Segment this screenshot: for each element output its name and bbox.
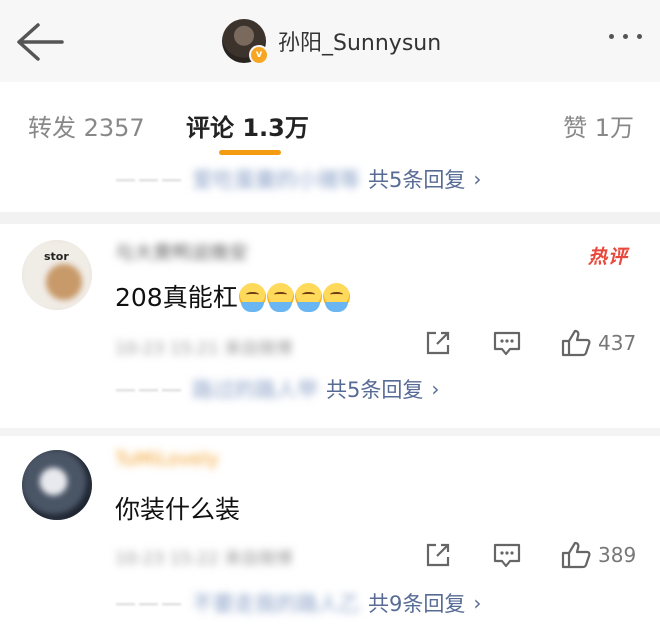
comment-icon <box>493 543 521 568</box>
avatar[interactable]: stor <box>22 240 92 310</box>
like-button[interactable]: 437 <box>560 326 636 360</box>
share-button[interactable] <box>424 326 452 360</box>
top-bar: v 孙阳_Sunnysun <box>0 0 660 82</box>
reply-user-names: 路过的路人甲 <box>192 378 318 402</box>
comment-item: stor 与大黄鸭说晚安 热评 208真能杠 10-23 15:21 来自微博 … <box>0 224 660 430</box>
reply-summary-link[interactable]: ——— 路过的路人甲 共5条回复 › <box>115 374 439 404</box>
divider-dash: ——— <box>115 167 184 191</box>
thumbs-up-icon <box>561 329 591 357</box>
reply-button[interactable] <box>492 538 522 572</box>
profile-header[interactable]: v 孙阳_Sunnysun <box>222 18 442 65</box>
comment-timestamp: 10-23 15:22 来自微博 <box>115 549 293 569</box>
comment-text: 你装什么装 <box>115 495 241 524</box>
comment-body: 208真能杠 <box>115 283 238 312</box>
commenter-name[interactable]: TuMiLovely <box>115 448 219 470</box>
verified-badge-icon: v <box>249 45 269 65</box>
more-dots-icon[interactable] <box>609 34 642 39</box>
divider-dash: ——— <box>115 591 184 615</box>
reply-total: 共5条回复 <box>368 168 466 192</box>
like-count: 437 <box>598 331 637 355</box>
section-divider <box>0 212 660 224</box>
dot <box>637 34 642 39</box>
reply-summary-link[interactable]: ——— 不要走我的路人乙 共9条回复 › <box>115 588 481 618</box>
comment-actions: 389 <box>420 538 660 572</box>
tab-comments[interactable]: 评论 1.3万 <box>186 108 309 143</box>
share-icon <box>426 543 450 567</box>
reply-total: 共5条回复 <box>326 378 424 402</box>
avatar[interactable] <box>22 450 92 520</box>
crying-face-icon <box>238 283 266 312</box>
chevron-right-icon: › <box>473 591 482 615</box>
reply-user-names: 爱吃蛋羹的小猪等 <box>192 168 360 192</box>
avatar-label: stor <box>44 250 69 263</box>
arrow-left-icon <box>17 23 64 61</box>
like-count: 389 <box>598 543 637 567</box>
dot <box>623 34 628 39</box>
share-button[interactable] <box>424 538 452 572</box>
comment-icon <box>493 331 521 356</box>
chevron-right-icon: › <box>431 377 440 401</box>
reply-summary-link[interactable]: ——— 爱吃蛋羹的小猪等 共5条回复 › <box>115 164 481 194</box>
section-divider <box>0 428 660 436</box>
reply-button[interactable] <box>492 326 522 360</box>
page-title: 孙阳_Sunnysun <box>278 31 442 56</box>
divider-dash: ——— <box>115 377 184 401</box>
hot-comment-badge: 热评 <box>587 246 628 268</box>
comment-text: 208真能杠 <box>115 278 350 314</box>
back-button[interactable] <box>14 22 66 62</box>
reply-user-names: 不要走我的路人乙 <box>192 592 360 616</box>
thumbs-up-icon <box>561 541 591 569</box>
tab-reposts[interactable]: 转发 2357 <box>28 108 145 143</box>
crying-face-icon <box>294 283 322 312</box>
share-icon <box>426 331 450 355</box>
commenter-name[interactable]: 与大黄鸭说晚安 <box>115 238 248 265</box>
reply-total: 共9条回复 <box>368 592 466 616</box>
comment-actions: 437 <box>420 326 660 360</box>
chevron-right-icon: › <box>473 167 482 191</box>
comment-item: TuMiLovely 你装什么装 10-23 15:22 来自微博 389 ——… <box>0 436 660 634</box>
like-button[interactable]: 389 <box>560 538 636 572</box>
avatar[interactable]: v <box>222 19 269 65</box>
tab-likes[interactable]: 赞 1万 <box>563 108 634 143</box>
tab-bar: 转发 2357 评论 1.3万 赞 1万 <box>0 82 660 162</box>
dot <box>609 34 614 39</box>
active-tab-indicator <box>219 150 281 155</box>
crying-face-icon <box>266 283 294 312</box>
crying-face-icon <box>322 283 350 312</box>
comment-timestamp: 10-23 15:21 来自微博 <box>115 339 293 359</box>
